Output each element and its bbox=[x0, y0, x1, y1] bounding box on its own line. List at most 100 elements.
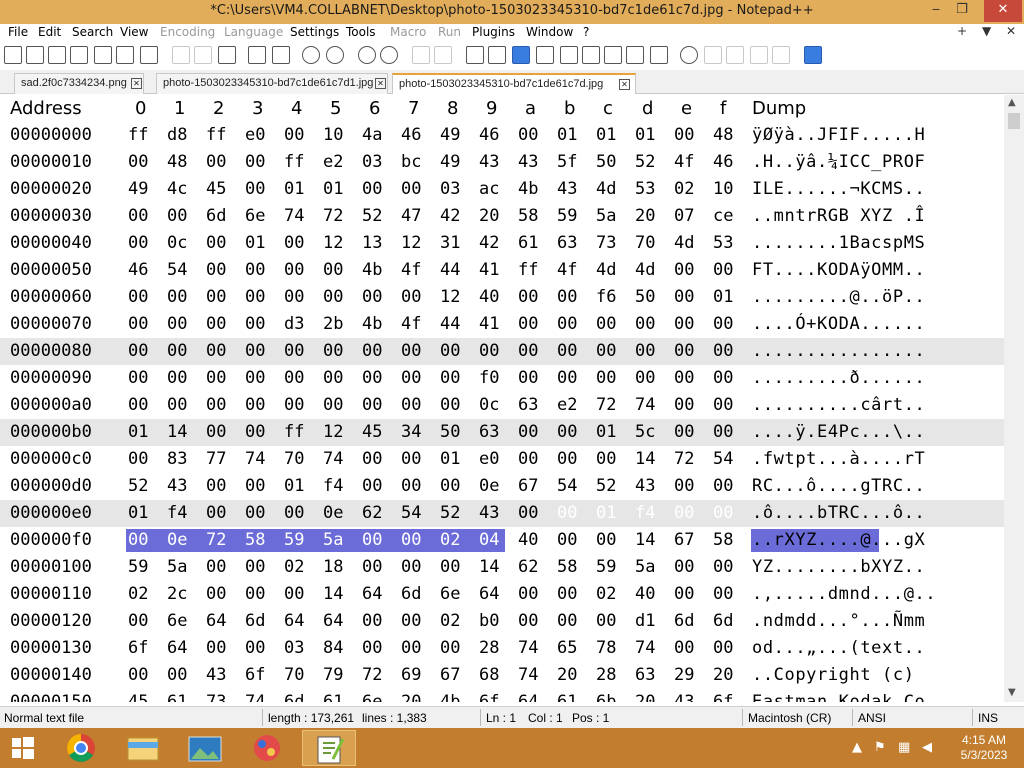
hex-byte-cell[interactable]: 40 bbox=[518, 530, 538, 550]
hex-byte-cell[interactable]: 01 bbox=[323, 179, 343, 199]
hex-byte-cell[interactable]: 00 bbox=[713, 260, 733, 280]
hex-byte-cell[interactable]: 00 bbox=[167, 368, 187, 388]
hex-byte-cell[interactable]: 00 bbox=[245, 638, 265, 658]
hex-byte-cell[interactable]: 00 bbox=[518, 125, 538, 145]
hex-byte-cell[interactable]: 4d bbox=[635, 260, 655, 280]
hex-byte-cell[interactable]: 59 bbox=[557, 206, 577, 226]
hex-byte-cell[interactable]: 00 bbox=[245, 395, 265, 415]
indent-guide-icon[interactable] bbox=[512, 46, 530, 64]
hex-byte-cell[interactable]: 6d bbox=[284, 692, 304, 702]
hex-byte-cell[interactable]: 63 bbox=[635, 665, 655, 685]
hex-row[interactable]: 00000150 45 61 73 74 6d 61 6e 20 4b 6f 64 61 6b 20 43 6f… bbox=[0, 689, 1004, 702]
hex-byte-cell[interactable]: 00 bbox=[518, 611, 538, 631]
hex-byte-cell[interactable]: 54 bbox=[167, 260, 187, 280]
hex-byte-cell[interactable]: 52 bbox=[362, 206, 382, 226]
hex-byte-cell[interactable]: 00 bbox=[206, 422, 226, 442]
hex-byte-cell[interactable]: 00 bbox=[440, 638, 460, 658]
hex-byte-cell[interactable]: 01 bbox=[245, 233, 265, 253]
hex-byte-cell[interactable]: 00 bbox=[284, 287, 304, 307]
hex-byte-cell[interactable]: 00 bbox=[284, 584, 304, 604]
hex-byte-cell[interactable]: 00 bbox=[440, 476, 460, 496]
hex-byte-cell[interactable]: 00 bbox=[245, 260, 265, 280]
hex-byte-cell[interactable]: 10 bbox=[323, 125, 343, 145]
hex-byte-cell[interactable]: 00 bbox=[674, 395, 694, 415]
hex-byte-cell[interactable]: 00 bbox=[440, 395, 460, 415]
hex-byte-cell[interactable]: 00 bbox=[674, 638, 694, 658]
hex-byte-cell[interactable]: 00 bbox=[518, 422, 538, 442]
hex-byte-cell[interactable]: 2b bbox=[323, 314, 343, 334]
hex-byte-cell[interactable]: 00 bbox=[362, 611, 382, 631]
hex-byte-cell[interactable]: 00 bbox=[401, 368, 421, 388]
hex-byte-cell[interactable]: 00 bbox=[206, 287, 226, 307]
hex-byte-cell[interactable]: 0c bbox=[479, 395, 499, 415]
hex-byte-cell[interactable]: 00 bbox=[206, 503, 226, 523]
replace-icon[interactable] bbox=[326, 46, 344, 64]
hex-byte-cell[interactable]: 46 bbox=[713, 152, 733, 172]
hex-byte-cell[interactable]: 00 bbox=[245, 584, 265, 604]
hex-byte-cell[interactable]: 00 bbox=[206, 314, 226, 334]
action-center-flag-icon[interactable]: ⚑ bbox=[874, 740, 886, 755]
hex-row[interactable]: 000000b0 01 14 00 00 ff 12 45 34 50 63 00 00 01 5c 00 00… bbox=[0, 419, 1004, 446]
menu-encoding[interactable]: Encoding bbox=[160, 25, 215, 39]
hex-byte-cell[interactable]: 01 bbox=[128, 422, 148, 442]
hex-byte-cell[interactable]: 00 bbox=[557, 368, 577, 388]
hex-byte-cell[interactable]: 64 bbox=[518, 692, 538, 702]
hex-byte-cell[interactable]: 6e bbox=[362, 692, 382, 702]
hex-byte-cell[interactable]: 73 bbox=[596, 233, 616, 253]
menu-macro[interactable]: Macro bbox=[390, 25, 426, 39]
hex-byte-cell[interactable]: 01 bbox=[284, 476, 304, 496]
hex-byte-cell[interactable]: 83 bbox=[167, 449, 187, 469]
hex-byte-cell[interactable]: 58 bbox=[245, 530, 265, 550]
hex-byte-cell[interactable]: 00 bbox=[674, 260, 694, 280]
hex-byte-cell[interactable]: 00 bbox=[362, 557, 382, 577]
hex-byte-cell[interactable]: 02 bbox=[596, 584, 616, 604]
hex-byte-cell[interactable]: 00 bbox=[713, 557, 733, 577]
hex-byte-cell[interactable]: 43 bbox=[674, 692, 694, 702]
hex-byte-cell[interactable]: 00 bbox=[128, 233, 148, 253]
hex-byte-cell[interactable]: 62 bbox=[362, 503, 382, 523]
hex-byte-cell[interactable]: f6 bbox=[596, 287, 616, 307]
hex-byte-cell[interactable]: 6f bbox=[479, 692, 499, 702]
hex-byte-cell[interactable]: 6f bbox=[713, 692, 733, 702]
hex-byte-cell[interactable]: 00 bbox=[206, 152, 226, 172]
hex-byte-cell[interactable]: 00 bbox=[245, 503, 265, 523]
new-tab-icon[interactable]: + bbox=[957, 24, 967, 38]
hex-byte-cell[interactable]: 00 bbox=[557, 422, 577, 442]
tab-close-icon[interactable]: ✕ bbox=[131, 78, 142, 89]
menu-window[interactable]: Window bbox=[526, 25, 573, 39]
hex-byte-cell[interactable]: 18 bbox=[323, 557, 343, 577]
hex-row[interactable]: 00000110 02 2c 00 00 00 14 64 6d 6e 64 00 00 02 40 00 00… bbox=[0, 581, 1004, 608]
hex-byte-cell[interactable]: 00 bbox=[401, 449, 421, 469]
hex-byte-cell[interactable]: f0 bbox=[479, 368, 499, 388]
hex-byte-cell[interactable]: 00 bbox=[557, 530, 577, 550]
hex-byte-cell[interactable]: 4b bbox=[440, 692, 460, 702]
hex-row-dump[interactable]: ..Copyright (c) bbox=[752, 665, 925, 685]
zoom-in-icon[interactable] bbox=[358, 46, 376, 64]
hex-byte-cell[interactable]: 13 bbox=[362, 233, 382, 253]
hex-byte-cell[interactable]: 64 bbox=[167, 638, 187, 658]
hex-byte-cell[interactable]: 34 bbox=[401, 422, 421, 442]
hex-byte-cell[interactable]: 72 bbox=[362, 665, 382, 685]
hex-byte-cell[interactable]: ce bbox=[713, 206, 733, 226]
hex-byte-cell[interactable]: 49 bbox=[128, 179, 148, 199]
hex-byte-cell[interactable]: 64 bbox=[206, 611, 226, 631]
hex-byte-cell[interactable]: 5c bbox=[635, 422, 655, 442]
hex-row[interactable]: 00000070 00 00 00 00 d3 2b 4b 4f 44 41 00 00 00 00 00 00… bbox=[0, 311, 1004, 338]
tab-photo-jpg-active[interactable]: photo-1503023345310-bd7c1de61c7d.jpg ✕ bbox=[392, 73, 636, 94]
hex-byte-cell[interactable]: 00 bbox=[713, 503, 733, 523]
hex-byte-cell[interactable]: e0 bbox=[245, 125, 265, 145]
hex-byte-cell[interactable]: 00 bbox=[635, 314, 655, 334]
hex-byte-cell[interactable]: 00 bbox=[635, 368, 655, 388]
hex-byte-cell[interactable]: 63 bbox=[479, 422, 499, 442]
new-file-icon[interactable] bbox=[4, 46, 22, 64]
hex-editor-icon[interactable] bbox=[804, 46, 822, 64]
hex-byte-cell[interactable]: 74 bbox=[635, 638, 655, 658]
hex-byte-cell[interactable]: 5a bbox=[323, 530, 343, 550]
hex-byte-cell[interactable]: 79 bbox=[323, 665, 343, 685]
hex-byte-cell[interactable]: 00 bbox=[557, 449, 577, 469]
hex-byte-cell[interactable]: 67 bbox=[518, 476, 538, 496]
hex-byte-cell[interactable]: 48 bbox=[713, 125, 733, 145]
hex-byte-cell[interactable]: 00 bbox=[401, 395, 421, 415]
hex-byte-cell[interactable]: f4 bbox=[635, 503, 655, 523]
hex-byte-cell[interactable]: 00 bbox=[518, 584, 538, 604]
